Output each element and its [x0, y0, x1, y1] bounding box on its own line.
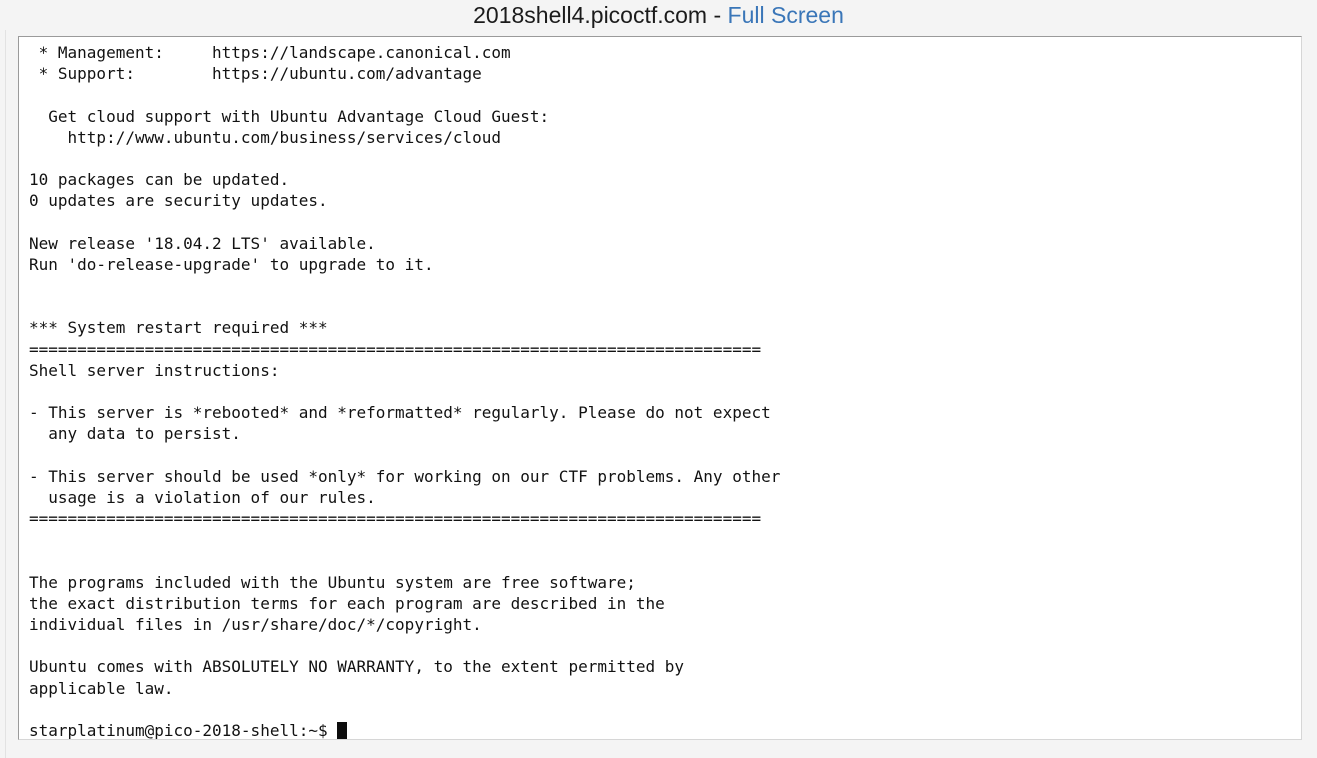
terminal-line: 10 packages can be updated.	[29, 170, 290, 190]
terminal-line: applicable law.	[29, 678, 174, 698]
terminal-output[interactable]: * Management: https://landscape.canonica…	[29, 42, 1301, 739]
terminal-line: 0 updates are security updates.	[29, 191, 328, 211]
shell-prompt: starplatinum@pico-2018-shell:~$	[29, 721, 338, 740]
text-cursor	[337, 722, 348, 739]
terminal-line: ========================================…	[29, 509, 762, 529]
page-left-rule	[5, 0, 6, 758]
terminal-line: Run 'do-release-upgrade' to upgrade to i…	[29, 254, 434, 274]
terminal-line: * Support: https://ubuntu.com/advantage	[29, 64, 482, 84]
terminal-line: the exact distribution terms for each pr…	[29, 593, 665, 613]
terminal-line: any data to persist.	[29, 424, 241, 444]
terminal-line: ========================================…	[29, 339, 762, 359]
terminal-panel[interactable]: * Management: https://landscape.canonica…	[18, 36, 1302, 740]
terminal-prompt-line[interactable]: starplatinum@pico-2018-shell:~$	[29, 720, 1301, 740]
terminal-line: Ubuntu comes with ABSOLUTELY NO WARRANTY…	[29, 657, 685, 677]
terminal-line: Shell server instructions:	[29, 360, 280, 380]
title-separator: -	[707, 2, 728, 28]
terminal-line: Get cloud support with Ubuntu Advantage …	[29, 106, 550, 126]
terminal-line: - This server is *rebooted* and *reforma…	[29, 403, 771, 423]
terminal-line: * Management: https://landscape.canonica…	[29, 43, 511, 62]
full-screen-link[interactable]: Full Screen	[728, 2, 844, 28]
terminal-line: - This server should be used *only* for …	[29, 466, 781, 486]
terminal-line: usage is a violation of our rules.	[29, 487, 376, 507]
page-title: 2018shell4.picoctf.com	[473, 2, 708, 28]
page-titlebar: 2018shell4.picoctf.com - Full Screen	[0, 0, 1317, 30]
terminal-line: http://www.ubuntu.com/business/services/…	[29, 127, 502, 147]
terminal-line: *** System restart required ***	[29, 318, 328, 338]
terminal-line: The programs included with the Ubuntu sy…	[29, 572, 636, 592]
terminal-line: New release '18.04.2 LTS' available.	[29, 233, 376, 253]
terminal-line: individual files in /usr/share/doc/*/cop…	[29, 615, 482, 635]
